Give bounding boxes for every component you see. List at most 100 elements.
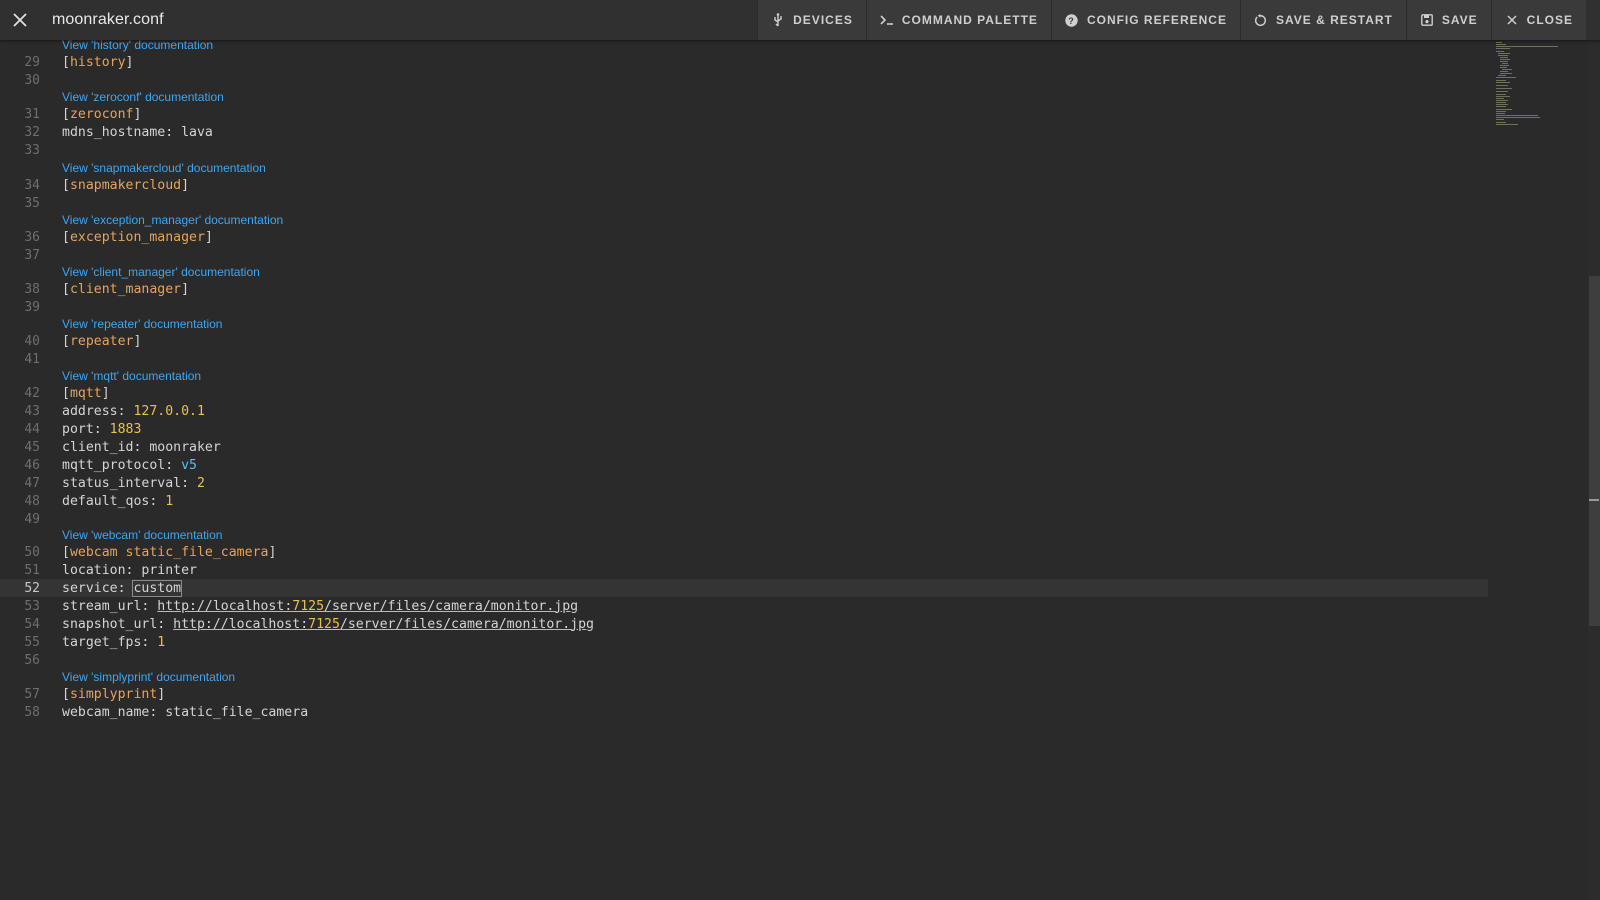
line-number: 43 xyxy=(24,403,40,419)
code-line[interactable]: 34 [snapmakercloud] xyxy=(0,176,1488,194)
code-line[interactable]: 36 [exception_manager] xyxy=(0,228,1488,246)
url-link[interactable]: http://localhost:7125/server/files/camer… xyxy=(173,617,594,632)
code-line[interactable]: 57 [simplyprint] xyxy=(0,685,1488,703)
line-content: default_qos: 1 xyxy=(62,494,173,509)
code-line[interactable]: 48 default_qos: 1 xyxy=(0,492,1488,510)
section-name: exception_manager xyxy=(69,229,205,245)
line-number: 29 xyxy=(24,54,40,70)
code-line[interactable]: 35 xyxy=(0,194,1488,212)
codelens-exception-manager[interactable]: View 'exception_manager' documentation xyxy=(62,213,283,227)
line-content: mqtt_protocol: v5 xyxy=(62,458,197,473)
line-content: [repeater] xyxy=(62,333,142,349)
code-line-current[interactable]: 52 service: custom xyxy=(0,579,1488,597)
url-link[interactable]: http://localhost:7125/server/files/camer… xyxy=(157,599,578,614)
selected-word: custom xyxy=(132,579,183,597)
code-line[interactable]: 46 mqtt_protocol: v5 xyxy=(0,456,1488,474)
option-key: status_interval: xyxy=(62,475,197,491)
devices-label: Devices xyxy=(793,13,853,27)
codelens-simplyprint[interactable]: View 'simplyprint' documentation xyxy=(62,670,235,684)
save-button[interactable]: Save xyxy=(1405,0,1491,40)
code-line[interactable]: 44 port: 1883 xyxy=(0,420,1488,438)
editor-toolbar: moonraker.conf Devices Command Palette ?… xyxy=(0,0,1600,40)
option-key: snapshot_url: xyxy=(62,616,174,632)
section-name: mqtt xyxy=(69,385,102,401)
code-editor[interactable]: View 'history' documentation 29 [history… xyxy=(0,40,1600,900)
option-value: static_file_camera xyxy=(165,704,309,720)
option-key: mdns_hostname: xyxy=(62,124,182,140)
option-value: 1883 xyxy=(109,421,142,437)
code-line[interactable]: 39 xyxy=(0,298,1488,316)
line-content: [history] xyxy=(62,54,134,70)
line-number: 40 xyxy=(24,333,40,349)
line-number: 55 xyxy=(24,634,40,650)
command-palette-button[interactable]: Command Palette xyxy=(865,0,1051,40)
vertical-scrollbar[interactable] xyxy=(1588,40,1600,900)
codelens-mqtt[interactable]: View 'mqtt' documentation xyxy=(62,369,201,383)
usb-icon xyxy=(771,13,785,27)
option-value: moonraker xyxy=(149,439,221,455)
code-line[interactable]: 30 xyxy=(0,71,1488,89)
section-name: webcam static_file_camera xyxy=(69,544,269,560)
line-number: 34 xyxy=(24,177,40,193)
code-line[interactable]: 49 xyxy=(0,510,1488,528)
line-number: 52 xyxy=(24,580,40,596)
codelens-zeroconf[interactable]: View 'zeroconf' documentation xyxy=(62,90,224,104)
codelens-client-manager[interactable]: View 'client_manager' documentation xyxy=(62,265,260,279)
line-number: 42 xyxy=(24,385,40,401)
line-number: 46 xyxy=(24,457,40,473)
config-reference-button[interactable]: ? Config Reference xyxy=(1050,0,1240,40)
line-content: port: 1883 xyxy=(62,422,141,437)
save-restart-button[interactable]: Save & Restart xyxy=(1239,0,1406,40)
line-number: 30 xyxy=(24,72,40,88)
code-line[interactable]: 32 mdns_hostname: lava xyxy=(0,123,1488,141)
line-number: 45 xyxy=(24,439,40,455)
code-line[interactable]: 31 [zeroconf] xyxy=(0,105,1488,123)
code-line[interactable]: 37 xyxy=(0,246,1488,264)
devices-button[interactable]: Devices xyxy=(757,0,866,40)
code-line[interactable]: 33 xyxy=(0,141,1488,159)
close-button[interactable]: Close xyxy=(1490,0,1586,40)
close-editor-button[interactable] xyxy=(0,0,40,40)
code-line[interactable]: 40 [repeater] xyxy=(0,332,1488,350)
line-number: 58 xyxy=(24,704,40,720)
code-line[interactable]: 43 address: 127.0.0.1 xyxy=(0,402,1488,420)
url-path: /server/files/camera/monitor.jpg xyxy=(324,598,579,614)
code-line[interactable]: 56 xyxy=(0,651,1488,669)
code-line[interactable]: 45 client_id: moonraker xyxy=(0,438,1488,456)
option-key: client_id: xyxy=(62,439,150,455)
url-path: /server/files/camera/monitor.jpg xyxy=(339,616,594,632)
line-number: 37 xyxy=(24,247,40,263)
code-line[interactable]: 47 status_interval: 2 xyxy=(0,474,1488,492)
code-line[interactable]: 41 xyxy=(0,350,1488,368)
close-icon xyxy=(13,13,27,27)
section-name: history xyxy=(69,54,126,70)
code-line[interactable]: 51 location: printer xyxy=(0,561,1488,579)
line-content: client_id: moonraker xyxy=(62,440,221,455)
code-line[interactable]: 38 [client_manager] xyxy=(0,280,1488,298)
code-line[interactable]: 53 stream_url: http://localhost:7125/ser… xyxy=(0,597,1488,615)
close-label: Close xyxy=(1526,13,1573,27)
codelens-history[interactable]: View 'history' documentation xyxy=(62,40,213,52)
minimap[interactable] xyxy=(1488,40,1588,900)
option-value: 1 xyxy=(157,634,166,650)
codelens-repeater[interactable]: View 'repeater' documentation xyxy=(62,317,222,331)
help-circle-icon: ? xyxy=(1065,13,1079,27)
option-key: address: xyxy=(62,403,134,419)
code-line[interactable]: 50 [webcam static_file_camera] xyxy=(0,543,1488,561)
option-value: v5 xyxy=(181,457,197,473)
code-line[interactable]: 55 target_fps: 1 xyxy=(0,633,1488,651)
line-content: [mqtt] xyxy=(62,385,110,401)
line-number: 39 xyxy=(24,299,40,315)
code-line[interactable]: 42 [mqtt] xyxy=(0,384,1488,402)
option-key: default_qos: xyxy=(62,493,166,509)
line-number: 49 xyxy=(24,511,40,527)
line-content: [zeroconf] xyxy=(62,106,142,122)
codelens-webcam[interactable]: View 'webcam' documentation xyxy=(62,528,222,542)
line-number: 32 xyxy=(24,124,40,140)
codelens-snapmakercloud[interactable]: View 'snapmakercloud' documentation xyxy=(62,161,266,175)
code-line[interactable]: 29 [history] xyxy=(0,53,1488,71)
scrollbar-thumb[interactable] xyxy=(1589,276,1600,626)
code-line[interactable]: 58 webcam_name: static_file_camera xyxy=(0,703,1488,721)
line-content: status_interval: 2 xyxy=(62,476,205,491)
code-line[interactable]: 54 snapshot_url: http://localhost:7125/s… xyxy=(0,615,1488,633)
